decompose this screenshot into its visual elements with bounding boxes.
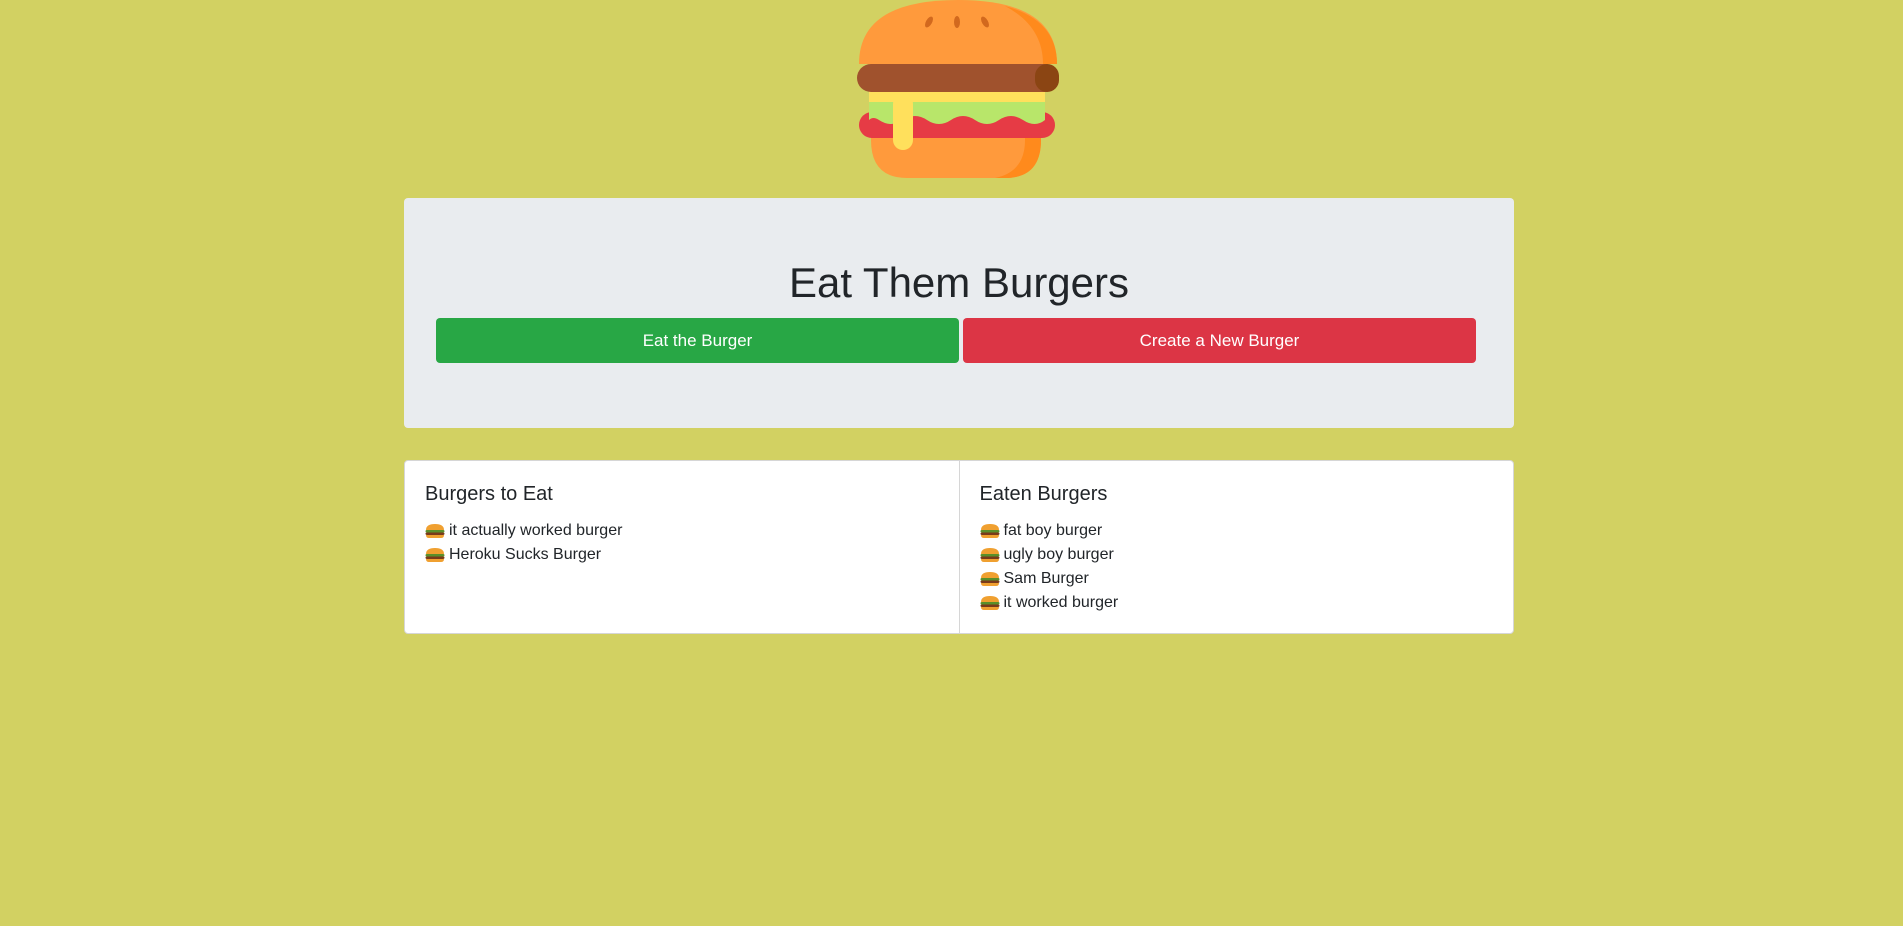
list-item: ugly boy burger	[980, 543, 1494, 567]
burger-name: it actually worked burger	[449, 522, 623, 539]
burgers-to-eat-panel: Burgers to Eat it actually worked burger	[405, 461, 959, 633]
list-item: Sam Burger	[980, 567, 1494, 591]
burger-name: Heroku Sucks Burger	[449, 546, 602, 563]
eaten-burgers-panel: Eaten Burgers fat boy burger ugly boy bu…	[958, 461, 1514, 633]
create-burger-button[interactable]: Create a New Burger	[963, 318, 1476, 363]
burger-name: ugly boy burger	[1003, 546, 1114, 563]
burgers-to-eat-title: Burgers to Eat	[425, 483, 553, 505]
list-item: it worked burger	[980, 591, 1494, 615]
burger-icon	[980, 571, 1000, 587]
list-item: fat boy burger	[980, 519, 1494, 543]
burger-name: it worked burger	[1003, 594, 1119, 611]
list-item[interactable]: it actually worked burger	[425, 519, 939, 543]
eaten-burgers-list: fat boy burger ugly boy burger Sam Burge…	[980, 519, 1494, 615]
list-item[interactable]: Heroku Sucks Burger	[425, 543, 939, 567]
eat-burger-button[interactable]: Eat the Burger	[436, 318, 959, 363]
burger-icon	[980, 547, 1000, 563]
burger-icon	[425, 547, 445, 563]
page-title: Eat Them Burgers	[788, 259, 1130, 306]
burger-logo-icon	[855, 0, 1061, 180]
burger-name: fat boy burger	[1003, 522, 1103, 539]
burgers-to-eat-list: it actually worked burger Heroku Sucks B…	[425, 519, 939, 567]
eaten-burgers-title: Eaten Burgers	[979, 483, 1108, 505]
burger-icon	[425, 523, 445, 539]
burger-icon	[980, 523, 1000, 539]
burger-name: Sam Burger	[1003, 570, 1089, 587]
jumbotron: Eat Them Burgers Eat the Burger Create a…	[404, 198, 1514, 428]
burger-lists-card: Burgers to Eat it actually worked burger	[404, 460, 1514, 634]
burger-icon	[980, 595, 1000, 611]
